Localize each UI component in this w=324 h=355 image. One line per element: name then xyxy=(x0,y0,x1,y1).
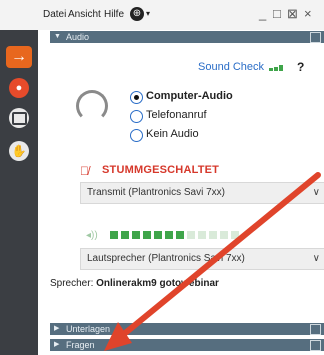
chevron-right-icon: ▶ xyxy=(54,325,60,332)
level-segment xyxy=(231,231,239,239)
speaker-volume-icon: ◂)) xyxy=(86,230,98,241)
option-kein-audio-label[interactable]: Kein Audio xyxy=(146,128,199,140)
help-icon[interactable]: ? xyxy=(297,60,304,74)
current-speaker: Sprecher: Onlinerakm9 gotowebinar xyxy=(50,278,219,289)
chevron-down-icon: ∨ xyxy=(312,187,320,198)
globe-icon[interactable]: ⊕ xyxy=(130,7,144,21)
option-telefonanruf-label[interactable]: Telefonanruf xyxy=(146,109,207,121)
microphone-muted-icon[interactable]: 🎙̸ xyxy=(80,164,89,178)
screen-share-icon[interactable] xyxy=(9,108,29,128)
level-segment xyxy=(154,231,162,239)
menu-bar: Datei Ansicht Hilfe ⊕ ▾ _ □ ⊠ × xyxy=(38,0,324,30)
fragen-section-title: Fragen xyxy=(66,340,95,350)
mute-status-label[interactable]: STUMMGESCHALTET xyxy=(102,164,219,176)
left-toolbar: → ● ✋ xyxy=(0,0,38,355)
level-segment xyxy=(176,231,184,239)
speaker-select[interactable]: Lautsprecher (Plantronics Savi 7xx) ∨ xyxy=(80,248,324,270)
microphone-select-value: Transmit (Plantronics Savi 7xx) xyxy=(87,187,225,198)
speaker-select-value: Lautsprecher (Plantronics Savi 7xx) xyxy=(87,253,245,264)
option-computer-audio-label[interactable]: Computer-Audio xyxy=(146,90,233,102)
signal-meter-icon xyxy=(269,65,285,71)
unterlagen-section-header[interactable]: ▶ Unterlagen xyxy=(50,323,324,335)
radio-telefonanruf[interactable] xyxy=(130,110,143,123)
collapse-arrow-icon[interactable]: → xyxy=(6,46,32,68)
level-segment xyxy=(198,231,206,239)
close-icon[interactable]: × xyxy=(304,6,312,21)
chevron-right-icon: ▶ xyxy=(54,341,60,348)
headset-icon xyxy=(76,90,108,122)
level-segment xyxy=(132,231,140,239)
sound-check-link[interactable]: Sound Check xyxy=(198,61,264,73)
level-segment xyxy=(143,231,151,239)
speaker-name: Onlinerakm9 gotowebinar xyxy=(96,278,219,289)
unterlagen-section-title: Unterlagen xyxy=(66,324,111,334)
audio-panel: Sound Check ? Computer-Audio Telefonanru… xyxy=(50,46,324,311)
raise-hand-icon[interactable]: ✋ xyxy=(9,141,29,161)
level-segment xyxy=(209,231,217,239)
chevron-down-icon: ∨ xyxy=(312,253,320,264)
popout-icon[interactable] xyxy=(310,324,321,335)
level-segment xyxy=(110,231,118,239)
toolbar-top xyxy=(0,0,38,30)
maximize-icon[interactable]: □ xyxy=(273,6,281,21)
popout-icon[interactable] xyxy=(310,32,321,43)
fragen-section-header[interactable]: ▶ Fragen xyxy=(50,339,324,351)
menu-ansicht[interactable]: Ansicht xyxy=(68,9,101,20)
chevron-down-icon[interactable]: ▾ xyxy=(146,9,150,18)
level-segment xyxy=(121,231,129,239)
microphone-select[interactable]: Transmit (Plantronics Savi 7xx) ∨ xyxy=(80,182,324,204)
radio-kein-audio[interactable] xyxy=(130,129,143,142)
chevron-down-icon: ▼ xyxy=(54,33,61,40)
minimize-icon[interactable]: _ xyxy=(259,6,266,21)
microphone-muted-icon[interactable]: ● xyxy=(9,78,29,98)
level-segment xyxy=(187,231,195,239)
audio-section-header[interactable]: ▼ Audio xyxy=(50,31,324,43)
restore-icon[interactable]: ⊠ xyxy=(287,6,298,22)
menu-hilfe[interactable]: Hilfe xyxy=(104,9,124,20)
gotowebinar-control-panel: → ● ✋ Datei Ansicht Hilfe ⊕ ▾ _ □ ⊠ × ▼ … xyxy=(0,0,324,355)
level-segment xyxy=(220,231,228,239)
radio-computer-audio[interactable] xyxy=(130,91,143,104)
audio-section-title: Audio xyxy=(66,32,90,42)
level-segment xyxy=(165,231,173,239)
menu-datei[interactable]: Datei xyxy=(43,9,66,20)
popout-icon[interactable] xyxy=(310,340,321,351)
speaker-label: Sprecher: xyxy=(50,278,94,289)
